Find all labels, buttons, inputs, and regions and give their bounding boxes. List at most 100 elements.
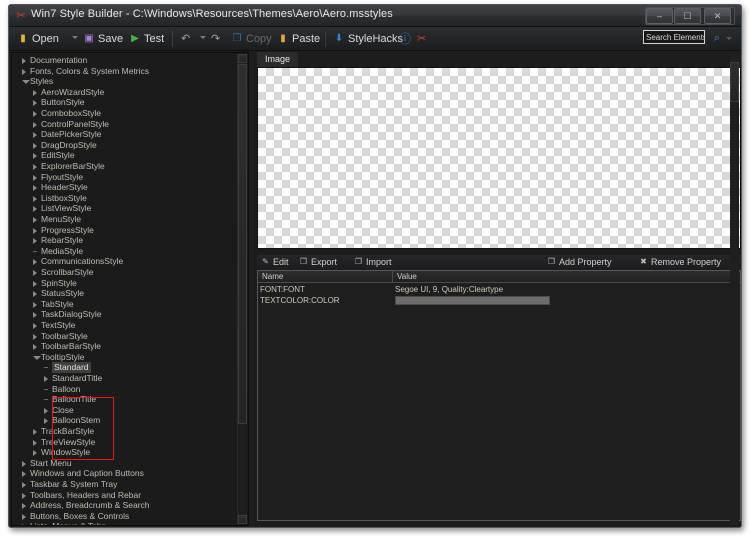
tree-item[interactable]: Standard xyxy=(12,362,240,373)
tree-item[interactable]: Close xyxy=(12,405,240,416)
chevron-right-icon[interactable] xyxy=(22,58,26,64)
undo-button[interactable]: ↶ xyxy=(181,30,195,48)
chevron-right-icon[interactable] xyxy=(33,100,37,107)
chevron-right-icon[interactable] xyxy=(33,280,37,287)
minimize-button[interactable]: – xyxy=(646,8,673,24)
chevron-right-icon[interactable] xyxy=(22,492,26,499)
tree-item[interactable]: Buttons, Boxes & Controls xyxy=(12,511,240,522)
chevron-down-icon[interactable] xyxy=(22,80,30,85)
chevron-right-icon[interactable] xyxy=(33,344,37,351)
info-icon[interactable]: ⓘ xyxy=(399,30,413,48)
scroll-thumb[interactable] xyxy=(238,64,247,424)
tree-item[interactable]: TooltipStyle xyxy=(12,352,240,363)
chevron-down-icon[interactable] xyxy=(33,355,41,360)
tree-item[interactable]: Toolbars, Headers and Rebar xyxy=(12,490,240,501)
chevron-right-icon[interactable] xyxy=(33,174,37,181)
tree-item[interactable]: TextStyle xyxy=(12,320,240,331)
tree-item[interactable]: MenuStyle xyxy=(12,214,240,225)
tree-item[interactable]: TaskDialogStyle xyxy=(12,309,240,320)
tree-item[interactable]: AeroWizardStyle xyxy=(12,87,240,98)
tree-item[interactable]: RebarStyle xyxy=(12,235,240,246)
property-row[interactable]: FONT:FONT Segoe UI, 9, Quality:Cleartype xyxy=(258,284,740,295)
chevron-right-icon[interactable] xyxy=(33,259,37,266)
chevron-right-icon[interactable] xyxy=(33,121,37,128)
chevron-right-icon[interactable] xyxy=(22,68,26,75)
tree-item[interactable]: Address, Breadcrumb & Search xyxy=(12,500,240,511)
tree-item[interactable]: ListViewStyle xyxy=(12,203,240,214)
chevron-right-icon[interactable] xyxy=(22,503,26,510)
chevron-right-icon[interactable] xyxy=(33,132,37,139)
tree-item[interactable]: ButtonStyle xyxy=(12,97,240,108)
chevron-right-icon[interactable] xyxy=(33,450,37,457)
chevron-right-icon[interactable] xyxy=(22,482,26,488)
redo-button[interactable]: ↷ xyxy=(211,30,225,48)
tree-item[interactable]: FlyoutStyle xyxy=(12,172,240,183)
tree-item[interactable]: ExplorerBarStyle xyxy=(12,161,240,172)
chevron-right-icon[interactable] xyxy=(33,323,37,329)
editor-scrollbar[interactable] xyxy=(730,52,739,526)
chevron-right-icon[interactable] xyxy=(22,460,26,467)
tree-item[interactable]: DragDropStyle xyxy=(12,140,240,151)
scroll-down-button[interactable] xyxy=(238,515,247,524)
chevron-right-icon[interactable] xyxy=(33,164,37,170)
tree-item[interactable]: ProgressStyle xyxy=(12,225,240,236)
chevron-right-icon[interactable] xyxy=(33,111,37,117)
property-row[interactable]: TEXTCOLOR:COLOR xyxy=(258,295,740,306)
chevron-right-icon[interactable] xyxy=(22,471,26,478)
chevron-right-icon[interactable] xyxy=(33,291,37,298)
chevron-right-icon[interactable] xyxy=(33,429,37,435)
tree-item[interactable]: Documentation xyxy=(12,55,240,66)
tree-item[interactable]: BalloonTitle xyxy=(12,394,240,405)
chevron-right-icon[interactable] xyxy=(33,312,37,319)
search-icon[interactable]: ⌕ xyxy=(714,32,720,45)
chevron-right-icon[interactable] xyxy=(44,376,48,382)
add-property-button[interactable]: ❐ Add Property xyxy=(547,255,612,269)
image-preview-canvas[interactable] xyxy=(257,67,741,249)
tree-item[interactable]: SpinStyle xyxy=(12,278,240,289)
open-button[interactable]: ▮ Open xyxy=(17,30,59,48)
tree-item[interactable]: ToolbarBarStyle xyxy=(12,341,240,352)
tree-item[interactable]: Taskbar & System Tray xyxy=(12,479,240,490)
property-color-swatch[interactable] xyxy=(395,296,550,305)
tree-item[interactable]: EditStyle xyxy=(12,150,240,161)
edit-button[interactable]: ✎ Edit xyxy=(261,255,288,269)
save-button[interactable]: ▣ Save xyxy=(83,30,123,48)
tree-item[interactable]: ListboxStyle xyxy=(12,193,240,204)
element-tree-panel[interactable]: Documentation Fonts, Colors & System Metr… xyxy=(11,52,249,526)
tree-item[interactable]: Styles xyxy=(12,76,240,87)
copy-button[interactable]: ❐ Copy xyxy=(231,30,272,48)
chevron-right-icon[interactable] xyxy=(33,238,37,245)
tree-item[interactable]: TabStyle xyxy=(12,299,240,310)
tree-item[interactable]: Fonts, Colors & System Metrics xyxy=(12,66,240,77)
chevron-right-icon[interactable] xyxy=(44,418,48,425)
tree-item[interactable]: TrackBarStyle xyxy=(12,426,240,437)
column-header-name[interactable]: Name xyxy=(258,271,393,283)
tree-item[interactable]: Lists, Menus & Tabs xyxy=(12,521,240,525)
tree-item[interactable]: DatePickerStyle xyxy=(12,129,240,140)
stylehacks-button[interactable]: ⬇ StyleHacks xyxy=(333,30,403,48)
tree-item[interactable]: HeaderStyle xyxy=(12,182,240,193)
chevron-right-icon[interactable] xyxy=(33,301,37,308)
tree-item[interactable]: CommunicationsStyle xyxy=(12,256,240,267)
open-dropdown-arrow-icon[interactable] xyxy=(72,36,78,39)
tree-item[interactable]: ControlPanelStyle xyxy=(12,119,240,130)
tree-item[interactable]: ComboboxStyle xyxy=(12,108,240,119)
chevron-right-icon[interactable] xyxy=(33,206,37,213)
tree-item[interactable]: ScrollbarStyle xyxy=(12,267,240,278)
chevron-right-icon[interactable] xyxy=(33,217,37,223)
tree-item[interactable]: Windows and Caption Buttons xyxy=(12,468,240,479)
tree-item[interactable]: StandardTitle xyxy=(12,373,240,384)
maximize-button[interactable]: ☐ xyxy=(674,8,701,24)
chevron-right-icon[interactable] xyxy=(22,524,26,525)
chevron-right-icon[interactable] xyxy=(33,142,37,149)
scissors-icon[interactable]: ✂ xyxy=(417,30,431,48)
test-button[interactable]: ▶ Test xyxy=(129,30,164,48)
chevron-right-icon[interactable] xyxy=(33,153,37,160)
tree-item[interactable]: MediaStyle xyxy=(12,246,240,257)
editor-scroll-thumb[interactable] xyxy=(730,62,739,102)
chevron-right-icon[interactable] xyxy=(33,227,37,234)
search-input[interactable]: Search Elements xyxy=(643,30,705,44)
tree-item[interactable]: Balloon xyxy=(12,384,240,395)
chevron-right-icon[interactable] xyxy=(33,89,37,96)
tree-item[interactable]: ToolbarStyle xyxy=(12,331,240,342)
